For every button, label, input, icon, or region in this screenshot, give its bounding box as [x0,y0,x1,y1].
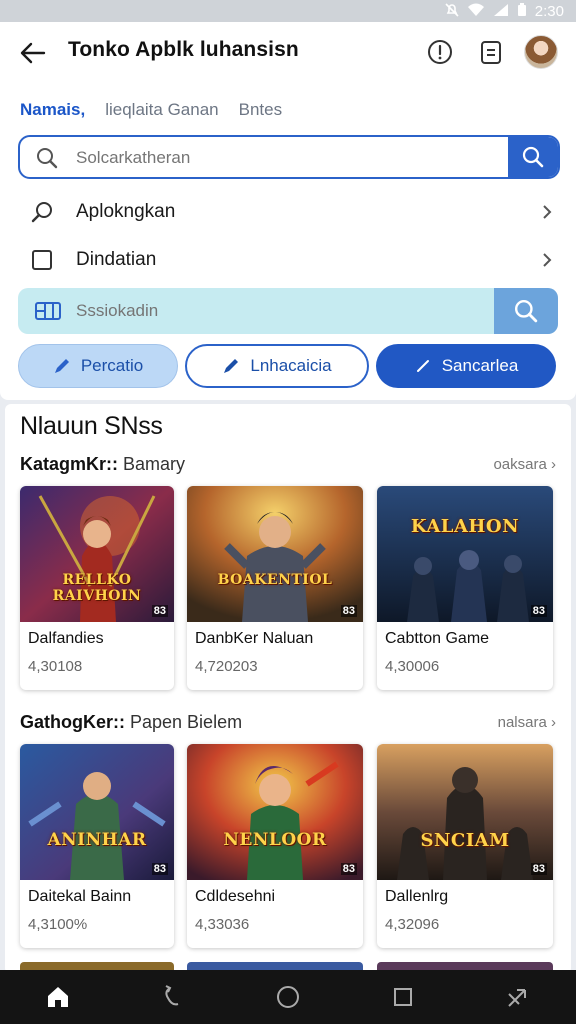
alert-icon[interactable] [426,38,454,66]
rating-badge: 83 [151,863,168,875]
pencil-icon [222,357,240,375]
chip-label: Sancarlea [441,356,519,375]
game-downloads: 4,720203 [195,658,258,675]
chip-label: Percatio [80,356,144,375]
category-header: GathogKer:: Papen Bielem nalsara › [20,712,556,736]
game-thumbnail: ANINHAR 83 [20,744,174,880]
home-icon[interactable] [44,983,72,1011]
game-card[interactable]: BOAKENTIOL 83 DanbKer Naluan 4,720203 [187,486,363,690]
game-art-title: NENLOOR [223,830,327,850]
chevron-right-icon [540,253,554,267]
header-panel: Tonko Apblk luhansisn Namais, lieqlaita … [0,22,576,400]
game-thumbnail: KALAHON 83 [377,486,553,622]
game-title: Daitekal Bainn [28,888,132,905]
secondary-search-input[interactable] [76,301,476,321]
game-art-title: KALAHON [410,516,520,537]
wifi-icon [467,3,485,20]
game-downloads: 4,32096 [385,916,440,933]
search-button[interactable] [508,137,558,177]
game-downloads: 4,3100% [28,916,88,933]
game-downloads: 4,33036 [195,916,250,933]
clipboard-icon[interactable] [477,38,505,66]
back-arrow-icon[interactable] [18,38,48,68]
menu-label: Aplokngkan [76,201,176,222]
tab-bntes[interactable]: Bntes [239,100,282,120]
notification-icon [445,2,459,20]
game-card[interactable]: ANINHAR 83 Daitekal Bainn 4,3100% [20,744,174,948]
game-card[interactable]: KALAHON 83 Cabtton Game 4,30006 [377,486,553,690]
chip-label: Lnhacaicia [250,356,332,375]
page-title: Tonko Apblk luhansisn [68,38,299,61]
tab-namais[interactable]: Namais, [20,100,85,120]
share-icon[interactable] [504,983,532,1011]
search-icon [522,146,544,168]
rating-badge: 83 [530,863,547,875]
chip-sancarlea[interactable]: Sancarlea [376,344,556,388]
search-icon [514,299,538,323]
section-title: Nlauun SNss [20,412,163,440]
grid-view-icon [34,300,62,322]
slash-icon [414,357,432,375]
game-thumbnail: NENLOOR 83 [187,744,363,880]
menu-item-aplokngkan[interactable]: Aplokngkan [30,192,554,232]
game-title: Cdldesehni [195,888,276,905]
circle-home-icon[interactable] [274,983,302,1011]
game-card[interactable]: SNCIAM 83 Dallenlrg 4,32096 [377,744,553,948]
signal-icon [493,3,509,20]
tab-games[interactable]: lieqlaita Ganan [105,100,218,120]
search-icon [30,200,54,224]
secondary-search-bar [18,288,558,334]
avatar[interactable] [524,35,558,69]
tab-bar: Namais, lieqlaita Ganan Bntes [20,100,282,120]
search-input[interactable] [76,148,496,168]
status-bar: 2:30 [0,0,576,22]
chevron-right-icon [540,205,554,219]
category-header: KatagmKr:: Bamary oaksara › [20,454,556,478]
game-thumbnail: SNCIAM 83 [377,744,553,880]
game-art-title: SNCIAM [420,830,510,851]
chip-lnhacaicia[interactable]: Lnhacaicia [185,344,369,388]
rating-badge: 83 [151,605,168,617]
rating-badge: 83 [340,863,357,875]
game-downloads: 4,30006 [385,658,440,675]
game-thumbnail: RELLKO RAIVHOIN 83 [20,486,174,622]
back-icon[interactable] [159,983,187,1011]
game-art-title: RELLKO RAIVHOIN [52,572,142,604]
rating-badge: 83 [530,605,547,617]
see-all-link[interactable]: oaksara › [493,456,556,473]
see-all-link[interactable]: nalsara › [498,714,556,731]
content-panel: Nlauun SNss KatagmKr:: Bamary oaksara › … [5,404,571,974]
menu-label: Dindatian [76,249,157,270]
secondary-search-button[interactable] [494,288,558,334]
system-nav-bar [0,970,576,1024]
battery-icon [517,2,527,20]
game-art-title: ANINHAR [47,830,147,850]
recents-icon[interactable] [389,983,417,1011]
rating-badge: 83 [340,605,357,617]
category-name: KatagmKr:: Bamary [20,454,186,474]
game-title: Dalfandies [28,630,104,647]
game-thumbnail: BOAKENTIOL 83 [187,486,363,622]
game-downloads: 4,30108 [28,658,83,675]
game-art-title: BOAKENTIOL [217,572,333,588]
pencil-icon [53,357,71,375]
search-bar [18,135,560,179]
game-card[interactable]: RELLKO RAIVHOIN 83 Dalfandies 4,30108 [20,486,174,690]
app-bar: Tonko Apblk luhansisn [0,22,576,82]
menu-item-dindatian[interactable]: Dindatian [30,240,554,280]
status-time: 2:30 [534,2,564,20]
checkbox-icon[interactable] [30,248,54,272]
game-title: DanbKer Naluan [195,630,314,647]
search-icon [36,147,58,169]
game-title: Cabtton Game [385,630,490,647]
category-name: GathogKer:: Papen Bielem [20,712,243,732]
game-card[interactable]: NENLOOR 83 Cdldesehni 4,33036 [187,744,363,948]
chip-percatio[interactable]: Percatio [18,344,178,388]
game-title: Dallenlrg [385,888,449,905]
